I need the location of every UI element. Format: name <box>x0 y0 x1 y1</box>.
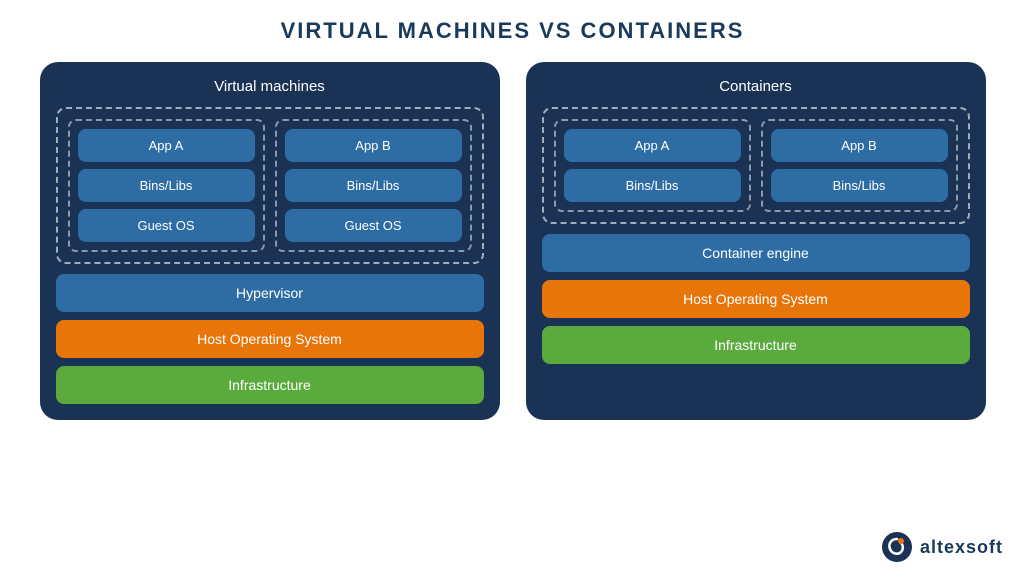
vm-hypervisor-layer: Hypervisor <box>56 274 484 312</box>
containers-host-os-layer: Host Operating System <box>542 280 970 318</box>
vm-col2-bins: Bins/Libs <box>285 169 462 202</box>
vm-col1-app: App A <box>78 129 255 162</box>
containers-infra-layer: Infrastructure <box>542 326 970 364</box>
containers-col1: App A Bins/Libs <box>554 119 751 212</box>
vm-col1-guest-os: Guest OS <box>78 209 255 242</box>
altexsoft-logo-icon <box>881 531 913 563</box>
containers-dashed-area: App A Bins/Libs App B Bins/Libs <box>542 107 970 224</box>
vm-col2-app: App B <box>285 129 462 162</box>
logo-area: altexsoft <box>881 531 1003 563</box>
containers-diagram: Containers App A Bins/Libs App B Bins/Li… <box>526 62 986 420</box>
vm-col2-guest-os: Guest OS <box>285 209 462 242</box>
vm-infra-layer: Infrastructure <box>56 366 484 404</box>
vm-dashed-area: App A Bins/Libs Guest OS App B Bins/Libs… <box>56 107 484 264</box>
containers-col2: App B Bins/Libs <box>761 119 958 212</box>
vm-col1: App A Bins/Libs Guest OS <box>68 119 265 252</box>
vm-col1-bins: Bins/Libs <box>78 169 255 202</box>
containers-col1-bins: Bins/Libs <box>564 169 741 202</box>
containers-col1-app: App A <box>564 129 741 162</box>
page-title: VIRTUAL MACHINES VS CONTAINERS <box>281 18 745 44</box>
vm-diagram-title: Virtual machines <box>56 78 484 95</box>
containers-col2-bins: Bins/Libs <box>771 169 948 202</box>
containers-col2-app: App B <box>771 129 948 162</box>
containers-diagram-title: Containers <box>542 78 970 95</box>
diagrams-container: Virtual machines App A Bins/Libs Guest O… <box>20 62 1005 420</box>
vm-diagram: Virtual machines App A Bins/Libs Guest O… <box>40 62 500 420</box>
logo-text: altexsoft <box>920 537 1003 558</box>
vm-col2: App B Bins/Libs Guest OS <box>275 119 472 252</box>
vm-host-os-layer: Host Operating System <box>56 320 484 358</box>
containers-engine-layer: Container engine <box>542 234 970 272</box>
